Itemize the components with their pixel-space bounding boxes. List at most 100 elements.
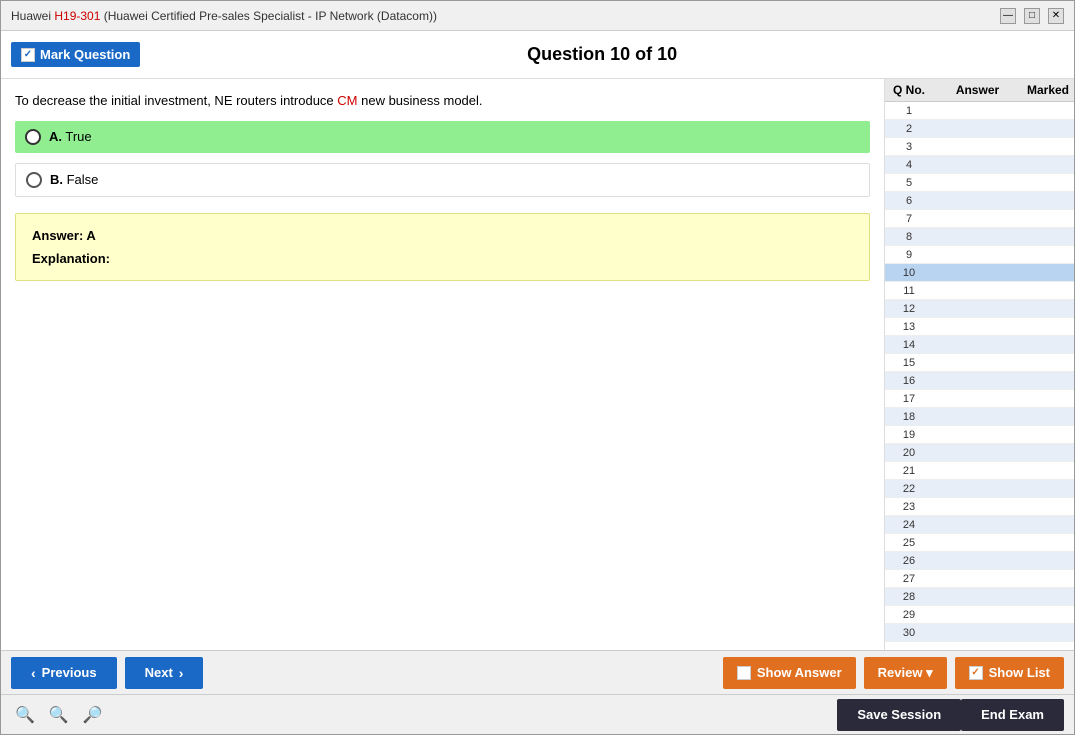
q-list-row[interactable]: 8: [885, 228, 1074, 246]
q-list-row[interactable]: 2: [885, 120, 1074, 138]
q-list-body[interactable]: 1 2 3 4 5 6 7 8: [885, 102, 1074, 650]
option-a-row[interactable]: A. True: [15, 121, 870, 153]
answer-text: Answer: A: [32, 228, 853, 243]
zoom-in-button[interactable]: 🔍: [11, 703, 39, 727]
app-window: Huawei H19-301 (Huawei Certified Pre-sal…: [0, 0, 1075, 735]
q-row-num: 25: [885, 537, 933, 549]
close-button[interactable]: ✕: [1048, 8, 1064, 24]
q-list-row[interactable]: 5: [885, 174, 1074, 192]
q-list-row[interactable]: 27: [885, 570, 1074, 588]
q-list-row[interactable]: 29: [885, 606, 1074, 624]
q-list-row[interactable]: 4: [885, 156, 1074, 174]
next-arrow-icon: ›: [179, 665, 184, 681]
q-list-row[interactable]: 15: [885, 354, 1074, 372]
title-red-text: H19-301: [54, 9, 100, 23]
q-row-num: 26: [885, 555, 933, 567]
minimize-button[interactable]: —: [1000, 8, 1016, 24]
header-marked: Marked: [1022, 83, 1074, 97]
q-list-row[interactable]: 26: [885, 552, 1074, 570]
q-row-num: 15: [885, 357, 933, 369]
q-list-row[interactable]: 20: [885, 444, 1074, 462]
q-list-row[interactable]: 1: [885, 102, 1074, 120]
question-text: To decrease the initial investment, NE r…: [15, 91, 870, 111]
q-row-num: 17: [885, 393, 933, 405]
option-b-radio: [26, 172, 42, 188]
next-button[interactable]: Next ›: [125, 657, 204, 689]
q-list-row[interactable]: 7: [885, 210, 1074, 228]
toolbar: Mark Question Question 10 of 10: [1, 31, 1074, 79]
q-list-row[interactable]: 16: [885, 372, 1074, 390]
q-row-num: 8: [885, 231, 933, 243]
q-list-row[interactable]: 21: [885, 462, 1074, 480]
q-list-row[interactable]: 10: [885, 264, 1074, 282]
question-title: Question 10 of 10: [140, 44, 1064, 65]
q-row-num: 19: [885, 429, 933, 441]
zoom-out-button[interactable]: 🔎: [79, 703, 107, 727]
show-answer-label: Show Answer: [757, 665, 842, 680]
q-row-num: 13: [885, 321, 933, 333]
q-row-num: 12: [885, 303, 933, 315]
title-plain-text: Huawei: [11, 9, 54, 23]
q-list-row[interactable]: 24: [885, 516, 1074, 534]
save-session-label: Save Session: [857, 707, 941, 722]
q-list-row[interactable]: 25: [885, 534, 1074, 552]
show-answer-checkbox-icon: [737, 666, 751, 680]
q-row-num: 20: [885, 447, 933, 459]
q-row-num: 1: [885, 105, 933, 117]
previous-button[interactable]: ‹ Previous: [11, 657, 117, 689]
show-list-label: Show List: [989, 665, 1050, 680]
previous-label: Previous: [42, 665, 97, 680]
title-bar: Huawei H19-301 (Huawei Certified Pre-sal…: [1, 1, 1074, 31]
q-row-num: 9: [885, 249, 933, 261]
q-row-num: 5: [885, 177, 933, 189]
option-a-radio: [25, 129, 41, 145]
option-a-label: A. True: [49, 129, 92, 144]
q-list-row[interactable]: 22: [885, 480, 1074, 498]
q-row-num: 4: [885, 159, 933, 171]
q-row-num: 24: [885, 519, 933, 531]
show-answer-button[interactable]: Show Answer: [723, 657, 856, 689]
question-cm-highlight: CM: [337, 93, 357, 108]
q-list-row[interactable]: 11: [885, 282, 1074, 300]
q-row-num: 7: [885, 213, 933, 225]
q-list-row[interactable]: 3: [885, 138, 1074, 156]
q-list-row[interactable]: 17: [885, 390, 1074, 408]
q-list-row[interactable]: 19: [885, 426, 1074, 444]
q-row-num: 16: [885, 375, 933, 387]
right-panel: Q No. Answer Marked 1 2 3 4 5: [884, 79, 1074, 650]
q-row-num: 29: [885, 609, 933, 621]
title-controls: — □ ✕: [1000, 8, 1064, 24]
q-row-num: 14: [885, 339, 933, 351]
maximize-button[interactable]: □: [1024, 8, 1040, 24]
q-row-num: 11: [885, 285, 933, 297]
q-list-row[interactable]: 30: [885, 624, 1074, 642]
bottom-bar2: 🔍 🔍 🔎 Save Session End Exam: [1, 694, 1074, 734]
q-row-num: 30: [885, 627, 933, 639]
q-list-row[interactable]: 23: [885, 498, 1074, 516]
review-dropdown-icon: ▾: [926, 665, 933, 680]
next-label: Next: [145, 665, 173, 680]
end-exam-button[interactable]: End Exam: [961, 699, 1064, 731]
option-b-label: B. False: [50, 172, 98, 187]
q-row-num: 23: [885, 501, 933, 513]
show-list-check-icon: ✓: [969, 666, 983, 680]
q-list-row[interactable]: 28: [885, 588, 1074, 606]
q-list-row[interactable]: 14: [885, 336, 1074, 354]
question-panel: To decrease the initial investment, NE r…: [1, 79, 884, 650]
q-list-row[interactable]: 9: [885, 246, 1074, 264]
header-qno: Q No.: [885, 83, 933, 97]
review-button[interactable]: Review ▾: [864, 657, 947, 689]
show-list-button[interactable]: ✓ Show List: [955, 657, 1064, 689]
zoom-reset-button[interactable]: 🔍: [45, 703, 73, 727]
main-area: To decrease the initial investment, NE r…: [1, 79, 1074, 650]
q-list-row[interactable]: 12: [885, 300, 1074, 318]
q-list-row[interactable]: 18: [885, 408, 1074, 426]
save-session-button[interactable]: Save Session: [837, 699, 961, 731]
q-row-num: 10: [885, 267, 933, 279]
previous-arrow-icon: ‹: [31, 665, 36, 681]
option-b-row[interactable]: B. False: [15, 163, 870, 197]
header-answer: Answer: [933, 83, 1022, 97]
q-list-row[interactable]: 6: [885, 192, 1074, 210]
q-list-row[interactable]: 13: [885, 318, 1074, 336]
mark-question-button[interactable]: Mark Question: [11, 42, 140, 67]
